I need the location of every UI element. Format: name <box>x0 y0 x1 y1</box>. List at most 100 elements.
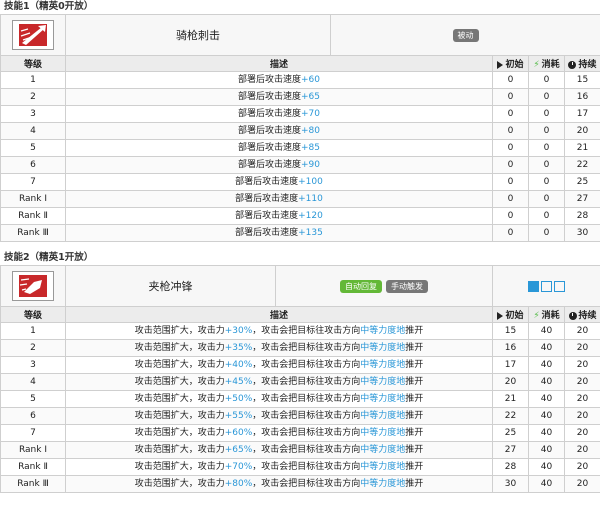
init-cell: 17 <box>492 356 529 374</box>
init-cell: 28 <box>492 458 529 476</box>
desc-cell: 攻击范围扩大，攻击力+65%，攻击会把目标往攻击方向中等力度地推开 <box>65 441 493 459</box>
duration-cell: 20 <box>564 122 600 140</box>
desc-cell: 攻击范围扩大，攻击力+80%，攻击会把目标往攻击方向中等力度地推开 <box>65 475 493 493</box>
init-cell: 0 <box>492 190 529 208</box>
level-cell: Rank Ⅰ <box>0 441 66 459</box>
skill-2-section: 技能2（精英1开放） 夹枪冲锋 自动回复 手动触发 等级 描述 初始 ⚡ 消耗 … <box>0 251 600 493</box>
init-cell: 0 <box>492 105 529 123</box>
duration-cell: 20 <box>563 407 600 425</box>
table-row: 3 部署后攻击速度+70 0 0 17 <box>0 105 600 123</box>
duration-cell: 20 <box>563 356 600 374</box>
init-cell: 0 <box>492 88 529 106</box>
level-cell: 3 <box>0 356 66 374</box>
table-row: 1 部署后攻击速度+60 0 0 15 <box>0 71 600 89</box>
desc-cell: 攻击范围扩大，攻击力+50%，攻击会把目标往攻击方向中等力度地推开 <box>65 390 493 408</box>
skill-icon <box>12 271 54 301</box>
desc-cell: 部署后攻击速度+65 <box>65 88 493 106</box>
level-cell: 2 <box>0 339 66 357</box>
level-cell: 1 <box>0 71 66 89</box>
skill-1-table: 骑枪刺击 被动 等级 描述 初始 ⚡ 消耗 持续 1 部署后攻击速度+60 0 0 15 … <box>0 14 600 242</box>
duration-cell: 21 <box>564 139 600 157</box>
duration-cell: 30 <box>564 224 600 242</box>
skill-range <box>491 265 600 307</box>
duration-cell: 20 <box>563 373 600 391</box>
level-cell: 1 <box>0 322 66 340</box>
duration-cell: 15 <box>564 71 600 89</box>
cost-cell: 0 <box>528 105 565 123</box>
desc-cell: 部署后攻击速度+70 <box>65 105 493 123</box>
table-row: 5 部署后攻击速度+85 0 0 21 <box>0 139 600 157</box>
desc-cell: 部署后攻击速度+120 <box>65 207 493 225</box>
table-row: 6 部署后攻击速度+90 0 0 22 <box>0 156 600 174</box>
level-cell: 4 <box>0 373 66 391</box>
clock-icon <box>568 60 577 69</box>
level-cell: 5 <box>0 390 66 408</box>
init-cell: 0 <box>492 224 529 242</box>
section-title: 技能1（精英0开放） <box>4 1 94 12</box>
level-cell: Rank Ⅱ <box>0 207 66 225</box>
cost-cell: 40 <box>528 339 565 357</box>
table-row: 7 攻击范围扩大，攻击力+60%，攻击会把目标往攻击方向中等力度地推开 25 40 20 <box>0 424 600 442</box>
table-row: 2 部署后攻击速度+65 0 0 16 <box>0 88 600 106</box>
skill-tags: 被动 <box>330 14 600 56</box>
col-duration: 持续 <box>564 55 600 72</box>
init-cell: 22 <box>492 407 529 425</box>
duration-cell: 17 <box>564 105 600 123</box>
cost-cell: 40 <box>528 424 565 442</box>
col-cost: ⚡ 消耗 <box>528 55 565 72</box>
cost-cell: 0 <box>528 173 565 191</box>
section-title: 技能2（精英1开放） <box>4 252 94 263</box>
cost-cell: 40 <box>528 390 565 408</box>
cost-cell: 0 <box>528 71 565 89</box>
table-row: 5 攻击范围扩大，攻击力+50%，攻击会把目标往攻击方向中等力度地推开 21 40 20 <box>0 390 600 408</box>
table-row: 1 攻击范围扩大，攻击力+30%，攻击会把目标往攻击方向中等力度地推开 15 40 20 <box>0 322 600 340</box>
init-cell: 16 <box>492 339 529 357</box>
duration-cell: 20 <box>563 458 600 476</box>
desc-cell: 攻击范围扩大，攻击力+40%，攻击会把目标往攻击方向中等力度地推开 <box>65 356 493 374</box>
desc-cell: 攻击范围扩大，攻击力+30%，攻击会把目标往攻击方向中等力度地推开 <box>65 322 493 340</box>
level-cell: 6 <box>0 156 66 174</box>
duration-cell: 22 <box>564 156 600 174</box>
duration-cell: 16 <box>564 88 600 106</box>
duration-cell: 20 <box>563 441 600 459</box>
desc-cell: 部署后攻击速度+80 <box>65 122 493 140</box>
desc-cell: 部署后攻击速度+60 <box>65 71 493 89</box>
table-row: Rank Ⅲ 部署后攻击速度+135 0 0 30 <box>0 224 600 242</box>
play-icon <box>497 60 504 69</box>
cost-cell: 40 <box>528 373 565 391</box>
duration-cell: 20 <box>563 390 600 408</box>
cost-cell: 40 <box>528 475 565 493</box>
desc-cell: 攻击范围扩大，攻击力+60%，攻击会把目标往攻击方向中等力度地推开 <box>65 424 493 442</box>
cost-cell: 40 <box>528 407 565 425</box>
skill-2-table: 夹枪冲锋 自动回复 手动触发 等级 描述 初始 ⚡ 消耗 持续 1 攻击范围扩大，攻击… <box>0 265 600 493</box>
skill-tags: 自动回复 手动触发 <box>275 265 493 307</box>
init-cell: 0 <box>492 173 529 191</box>
level-cell: 7 <box>0 173 66 191</box>
cost-cell: 0 <box>528 224 565 242</box>
col-level: 等级 <box>0 306 66 323</box>
col-level: 等级 <box>0 55 66 72</box>
col-desc: 描述 <box>65 55 493 72</box>
cost-cell: 0 <box>528 139 565 157</box>
init-cell: 15 <box>492 322 529 340</box>
desc-cell: 部署后攻击速度+110 <box>65 190 493 208</box>
skill-icon-cell <box>0 265 66 307</box>
skill-1-rows: 1 部署后攻击速度+60 0 0 15 2 部署后攻击速度+65 0 0 16 3 部署后攻击速度… <box>0 71 600 242</box>
range-cell <box>554 280 565 292</box>
desc-cell: 攻击范围扩大，攻击力+35%，攻击会把目标往攻击方向中等力度地推开 <box>65 339 493 357</box>
init-cell: 27 <box>492 441 529 459</box>
cost-cell: 40 <box>528 458 565 476</box>
cost-cell: 0 <box>528 122 565 140</box>
init-cell: 25 <box>492 424 529 442</box>
col-duration: 持续 <box>563 306 600 323</box>
init-cell: 0 <box>492 139 529 157</box>
col-desc: 描述 <box>65 306 493 323</box>
table-row: 7 部署后攻击速度+100 0 0 25 <box>0 173 600 191</box>
duration-cell: 20 <box>563 339 600 357</box>
cost-cell: 0 <box>528 156 565 174</box>
cost-cell: 40 <box>528 356 565 374</box>
cost-cell: 0 <box>528 207 565 225</box>
desc-cell: 部署后攻击速度+135 <box>65 224 493 242</box>
init-cell: 30 <box>492 475 529 493</box>
cost-cell: 40 <box>528 441 565 459</box>
